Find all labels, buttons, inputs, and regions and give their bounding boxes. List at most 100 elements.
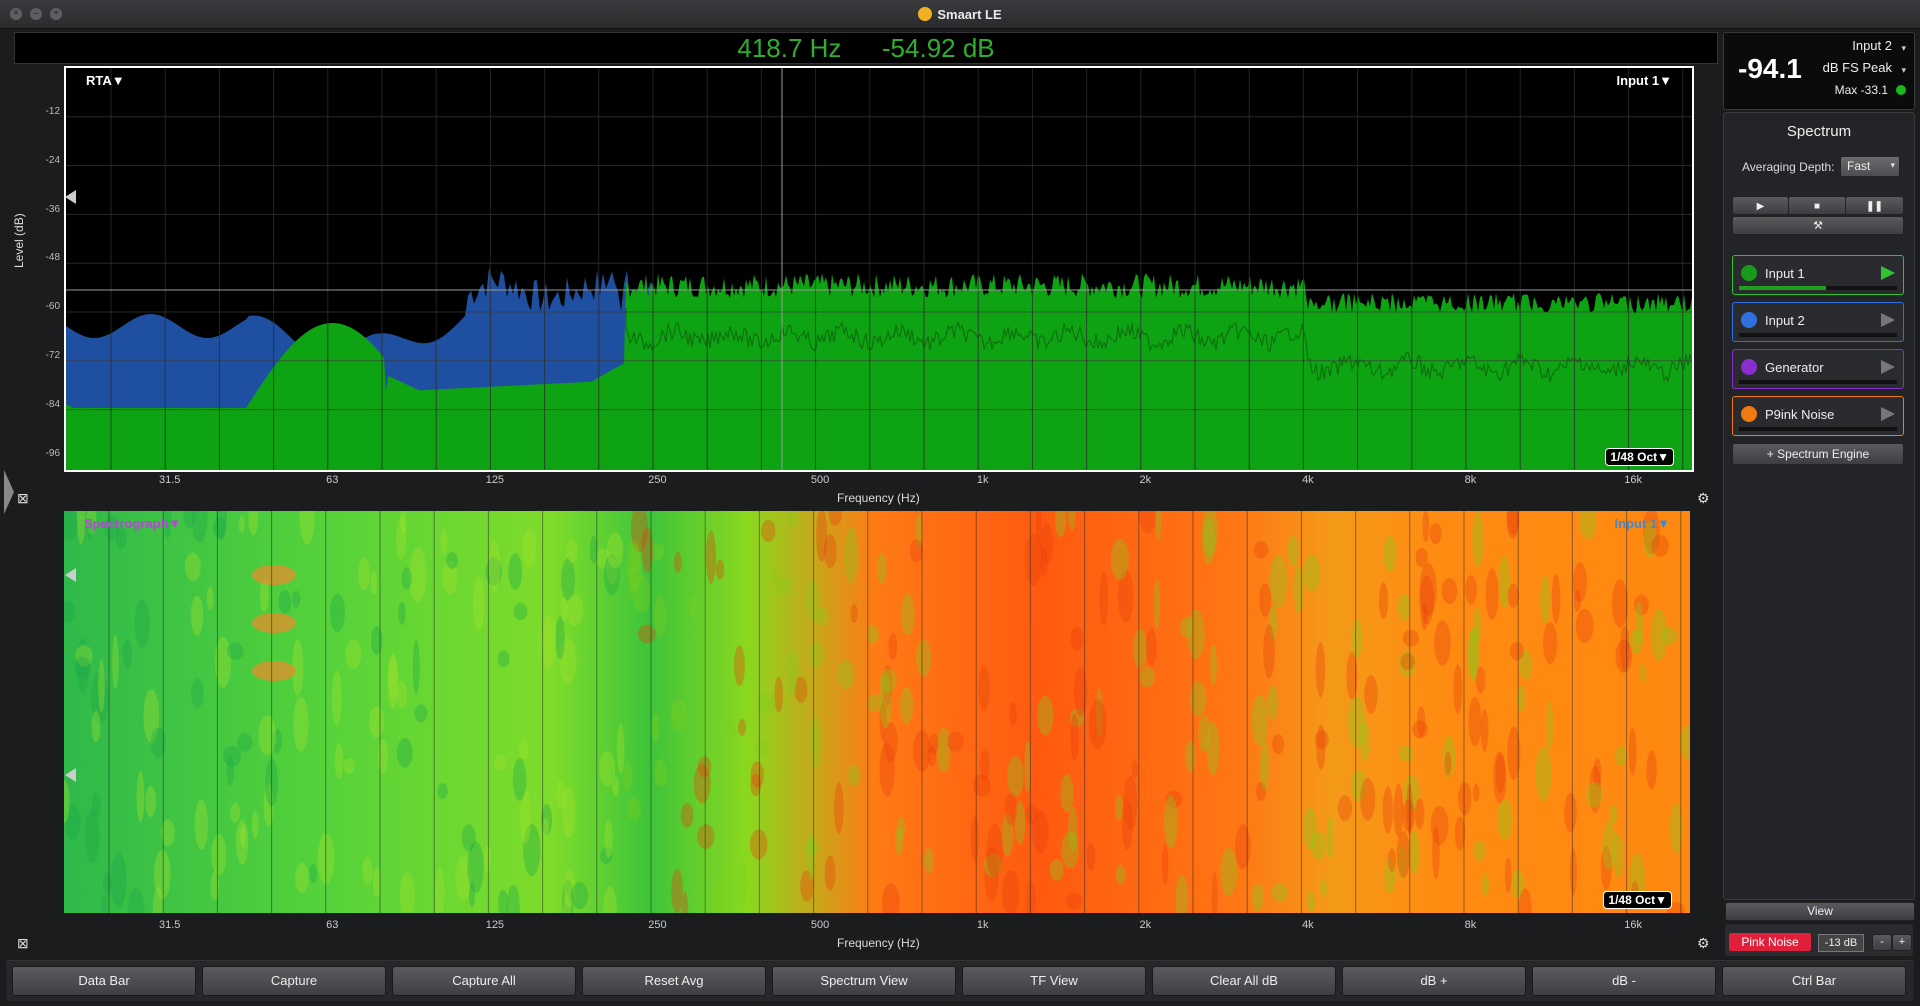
- spectrograph-x-tick: 63: [326, 919, 339, 931]
- rta-x-tick: 4k: [1302, 474, 1314, 486]
- spectrograph-x-tick: 16k: [1624, 919, 1642, 931]
- spectrograph-plot[interactable]: Spectrograph▼ Input 1▼ 1/48 Oct▼: [64, 511, 1690, 913]
- spectrograph-x-tick: 1k: [976, 919, 989, 931]
- play-button[interactable]: ▶: [1732, 196, 1789, 215]
- view-button[interactable]: View: [1725, 902, 1915, 921]
- meter-mode-chevron-icon[interactable]: ▾: [1901, 65, 1906, 76]
- meter-value: -94.1: [1738, 53, 1802, 84]
- bottom-button-spectrum-view[interactable]: Spectrum View: [772, 966, 956, 996]
- spectrograph-graph: [64, 511, 1690, 913]
- input-row-input-1[interactable]: Input 1: [1732, 255, 1904, 295]
- generator-level-field[interactable]: -13 dB: [1818, 934, 1864, 952]
- rta-x-tick: 1k: [976, 474, 989, 486]
- pause-button[interactable]: ❚❚: [1845, 196, 1904, 215]
- meter-input-chevron-icon[interactable]: ▾: [1901, 43, 1906, 54]
- bottom-button-reset-avg[interactable]: Reset Avg: [582, 966, 766, 996]
- rta-y-axis-title: Level (dB): [12, 213, 26, 268]
- bottom-button-db[interactable]: dB +: [1342, 966, 1526, 996]
- engine-tools-button[interactable]: ⚒: [1732, 216, 1904, 235]
- rta-x-tick: 125: [485, 474, 505, 486]
- input-play-icon[interactable]: [1881, 407, 1895, 421]
- input-play-icon[interactable]: [1881, 360, 1895, 374]
- rta-y-tick: -84: [45, 398, 60, 410]
- pink-noise-generator-button[interactable]: Pink Noise: [1729, 933, 1811, 951]
- stop-icon: ■: [1813, 201, 1821, 212]
- averaging-depth-value: Fast: [1847, 159, 1871, 173]
- rta-x-axis-title: Frequency (Hz): [837, 491, 920, 505]
- app-logo-icon: [918, 7, 933, 21]
- rta-x-tick: 16k: [1624, 474, 1642, 486]
- add-spectrum-engine-button[interactable]: + Spectrum Engine: [1732, 443, 1904, 465]
- spectrograph-x-tick: 31.5: [158, 919, 181, 931]
- meter-input-dropdown[interactable]: Input 2: [1852, 38, 1892, 53]
- bottom-button-data-bar[interactable]: Data Bar: [12, 966, 196, 996]
- meter-mode-dropdown[interactable]: dB FS Peak: [1823, 60, 1892, 75]
- rta-y-tick: -96: [45, 447, 60, 459]
- input-row-input-2[interactable]: Input 2: [1732, 302, 1904, 342]
- input-level-bar: [1739, 380, 1897, 384]
- input-label: Input 1: [1765, 266, 1805, 281]
- input-play-icon[interactable]: [1881, 266, 1895, 280]
- rta-resolution-dropdown[interactable]: 1/48 Oct▼: [1605, 448, 1674, 466]
- level-meter: -94.1 Input 2 ▾ dB FS Peak ▾ Max -33.1: [1723, 32, 1915, 110]
- rta-plot[interactable]: RTA▼ Input 1▼ 1/48 Oct▼: [64, 66, 1694, 472]
- input-color-icon: [1741, 359, 1757, 375]
- input-color-icon: [1741, 312, 1757, 328]
- generator-level-increase-button[interactable]: +: [1892, 934, 1912, 951]
- rta-mode-dropdown[interactable]: RTA▼: [86, 73, 125, 88]
- rta-y-tick: -60: [45, 301, 60, 313]
- spectrograph-x-tick: 250: [648, 919, 667, 931]
- rta-x-tick: 2k: [1139, 474, 1152, 486]
- spectrograph-input-dropdown[interactable]: Input 1▼: [1615, 516, 1670, 531]
- generator-level-decrease-button[interactable]: -: [1872, 934, 1892, 951]
- spectrograph-upper-handle[interactable]: [65, 568, 76, 582]
- spectrograph-settings-gear-icon[interactable]: ⚙: [1697, 935, 1710, 952]
- stop-button[interactable]: ■: [1788, 196, 1846, 215]
- bottom-button-capture[interactable]: Capture: [202, 966, 386, 996]
- play-icon: ▶: [1756, 201, 1765, 212]
- readout-frequency: 418.7 Hz: [737, 33, 842, 63]
- input-level-bar: [1739, 286, 1897, 290]
- input-play-icon[interactable]: [1881, 313, 1895, 327]
- spectrograph-lower-handle[interactable]: [65, 768, 76, 782]
- rta-graph: [66, 68, 1692, 470]
- spectrograph-x-tick: 125: [485, 919, 505, 931]
- rta-x-tick: 500: [810, 474, 830, 486]
- rta-close-icon[interactable]: ⊠: [17, 490, 29, 507]
- meter-max: Max -33.1: [1834, 83, 1888, 97]
- window-title: Smaart LE: [937, 7, 1002, 22]
- rta-x-tick: 63: [326, 474, 339, 486]
- input-row-p9ink-noise[interactable]: P9ink Noise: [1732, 396, 1904, 436]
- title-bar: × – + Smaart LE: [0, 0, 1920, 29]
- meter-status-icon: [1896, 85, 1906, 95]
- chevron-down-icon: ▾: [1890, 160, 1895, 170]
- rta-settings-gear-icon[interactable]: ⚙: [1697, 490, 1710, 507]
- input-label: Input 2: [1765, 313, 1805, 328]
- spectrograph-mode-dropdown[interactable]: Spectrograph▼: [84, 516, 181, 531]
- spectrograph-x-tick: 500: [810, 919, 830, 931]
- rta-input-dropdown[interactable]: Input 1▼: [1617, 73, 1672, 88]
- rta-y-tick: -36: [45, 203, 60, 215]
- bottom-button-capture-all[interactable]: Capture All: [392, 966, 576, 996]
- input-color-icon: [1741, 406, 1757, 422]
- spectrograph-x-tick: 8k: [1464, 919, 1477, 931]
- spectrograph-x-tick: 2k: [1139, 919, 1152, 931]
- pause-icon: ❚❚: [1866, 201, 1883, 212]
- spectrograph-close-icon[interactable]: ⊠: [17, 935, 29, 952]
- input-label: Generator: [1765, 360, 1824, 375]
- bottom-button-clear-all-db[interactable]: Clear All dB: [1152, 966, 1336, 996]
- spectrograph-resolution-dropdown[interactable]: 1/48 Oct▼: [1603, 891, 1672, 909]
- bottom-button-tf-view[interactable]: TF View: [962, 966, 1146, 996]
- cursor-readout: 418.7 Hz -54.92 dB: [14, 32, 1718, 64]
- sidebar-collapse-handle[interactable]: [4, 470, 14, 514]
- rta-y-tick: -24: [45, 154, 60, 166]
- input-color-icon: [1741, 265, 1757, 281]
- input-row-generator[interactable]: Generator: [1732, 349, 1904, 389]
- bottom-button-ctrl-bar[interactable]: Ctrl Bar: [1722, 966, 1906, 996]
- averaging-depth-select[interactable]: Fast ▾: [1840, 156, 1900, 177]
- bottom-button-db[interactable]: dB -: [1532, 966, 1716, 996]
- rta-x-tick: 250: [648, 474, 667, 486]
- rta-y-tick: -12: [45, 106, 60, 117]
- generator-bar: Pink Noise -13 dB - +: [1725, 924, 1913, 956]
- rta-threshold-handle[interactable]: [65, 190, 76, 204]
